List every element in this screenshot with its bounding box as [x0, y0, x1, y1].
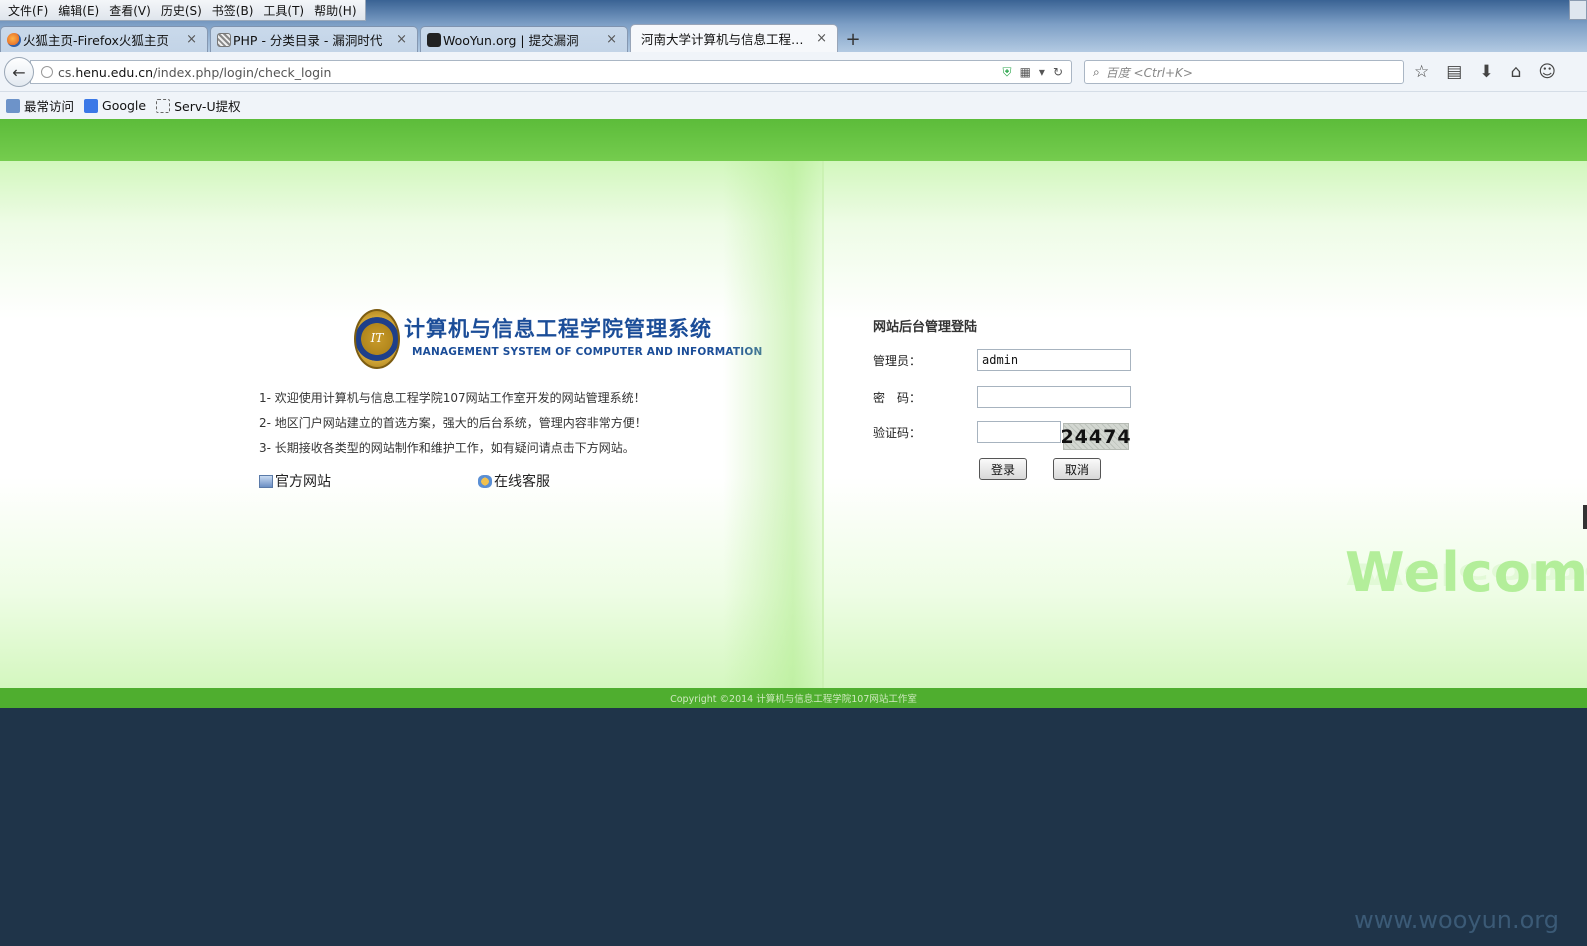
menu-file[interactable]: 文件(F) — [4, 2, 52, 19]
back-arrow-icon: ← — [12, 62, 26, 82]
password-input[interactable] — [977, 386, 1131, 408]
bookmark-most-visited[interactable]: 最常访问 — [6, 96, 74, 115]
intro-line: 2- 地区门户网站建立的首选方案，强大的后台系统，管理内容非常方便！ — [259, 416, 647, 430]
intro-line: 3- 长期接收各类型的网站制作和维护工作，如有疑问请点击下方网站。 — [259, 441, 635, 455]
login-content: IT 计算机与信息工程学院管理系统 MANAGEMENT SYSTEM OF C… — [0, 161, 1587, 688]
admin-username-input[interactable] — [977, 349, 1131, 371]
menu-history[interactable]: 历史(S) — [157, 2, 206, 19]
wooyun-icon — [427, 33, 441, 47]
captcha-input[interactable] — [977, 421, 1061, 443]
search-icon: ⌕ — [1093, 64, 1100, 79]
star-icon[interactable]: ☆ — [1414, 62, 1429, 82]
reading-list-icon[interactable]: ▤ — [1446, 62, 1462, 82]
page-footer: Copyright ©2014 计算机与信息工程学院107网站工作室 — [0, 688, 1587, 708]
intro-line: 1- 欢迎使用计算机与信息工程学院107网站工作室开发的网站管理系统！ — [259, 391, 646, 405]
tab-label: WooYun.org | 提交漏洞 — [443, 33, 579, 48]
login-title: 网站后台管理登陆 — [873, 320, 978, 335]
tab-php-directory[interactable]: PHP - 分类目录 - 漏洞时代 × — [210, 26, 418, 52]
qr-code-icon[interactable]: ▦ — [1020, 65, 1031, 80]
tab-wooyun[interactable]: WooYun.org | 提交漏洞 × — [420, 26, 628, 52]
tab-label: 火狐主页-Firefox火狐主页 — [23, 33, 169, 48]
close-icon[interactable]: × — [606, 32, 617, 47]
official-site-link[interactable]: 官方网站 — [259, 471, 331, 491]
menu-help[interactable]: 帮助(H) — [310, 2, 360, 19]
close-icon[interactable]: × — [396, 32, 407, 47]
admin-label: 管理员： — [873, 354, 922, 368]
firefox-icon — [7, 33, 21, 47]
intro-panel: IT 计算机与信息工程学院管理系统 MANAGEMENT SYSTEM OF C… — [0, 161, 823, 688]
menu-bookmarks[interactable]: 书签(B) — [208, 2, 258, 19]
tab-henu-active[interactable]: 河南大学计算机与信息工程学... × — [630, 24, 838, 52]
back-button[interactable]: ← — [4, 57, 34, 87]
toolbar-icons: ☆ ▤ ⬇ ⌂ ☺ — [1414, 62, 1556, 82]
page-icon — [156, 98, 171, 113]
most-visited-icon — [6, 98, 20, 113]
watermark-text: www.wooyun.org — [1354, 906, 1559, 934]
url-text: cs.henu.edu.cn/index.php/login/check_log… — [58, 64, 332, 80]
tab-strip: 火狐主页-Firefox火狐主页 × PHP - 分类目录 - 漏洞时代 × W… — [0, 24, 866, 52]
intro-text: 1- 欢迎使用计算机与信息工程学院107网站工作室开发的网站管理系统！ 2- 地… — [259, 391, 779, 466]
address-bar[interactable]: cs.henu.edu.cn/index.php/login/check_log… — [30, 60, 1072, 84]
menu-tools[interactable]: 工具(T) — [259, 2, 308, 19]
logo-title-cn: 计算机与信息工程学院管理系统 — [404, 316, 712, 341]
menu-bar: 文件(F) 编辑(E) 查看(V) 历史(S) 书签(B) 工具(T) 帮助(H… — [0, 0, 366, 21]
university-seal-icon: IT — [354, 309, 400, 369]
bookmark-google[interactable]: Google — [84, 98, 146, 113]
cancel-button[interactable]: 取消 — [1053, 458, 1101, 480]
menu-view[interactable]: 查看(V) — [105, 2, 155, 19]
bookmark-servu[interactable]: Serv-U提权 — [156, 96, 241, 115]
logo-title-en: MANAGEMENT SYSTEM OF COMPUTER AND INFORM… — [412, 346, 763, 358]
close-icon[interactable]: × — [186, 32, 197, 47]
login-form: 网站后台管理登陆 管理员： 密 码： 验证码： 24474 登录 取消 — [873, 316, 1173, 496]
home-icon[interactable]: ⌂ — [1511, 62, 1522, 82]
copyright-text: Copyright ©2014 计算机与信息工程学院107网站工作室 — [670, 694, 917, 705]
window-control-button[interactable] — [1569, 0, 1587, 20]
download-icon[interactable]: ⬇ — [1479, 62, 1493, 82]
quick-links: 官方网站 在线客服 — [259, 471, 819, 493]
search-placeholder: 百度 <Ctrl+K> — [1105, 65, 1193, 80]
service-icon — [478, 474, 492, 488]
scrollbar-edge[interactable] — [1583, 505, 1587, 529]
login-button[interactable]: 登录 — [979, 458, 1027, 480]
dropdown-icon[interactable]: ▾ — [1039, 65, 1045, 80]
tab-label: PHP - 分类目录 - 漏洞时代 — [233, 33, 383, 48]
panel-divider — [822, 161, 824, 688]
captcha-image[interactable]: 24474 — [1060, 423, 1131, 450]
tab-label: 河南大学计算机与信息工程学... — [641, 32, 811, 47]
menu-edit[interactable]: 编辑(E) — [54, 2, 103, 19]
exploit-site-icon — [217, 33, 231, 47]
website-icon — [259, 474, 273, 488]
shield-icon[interactable]: ⛨ — [1003, 65, 1012, 80]
navigation-bar: cs.henu.edu.cn/index.php/login/check_log… — [0, 52, 1587, 92]
reload-icon[interactable]: ↻ — [1053, 65, 1063, 80]
bookmarks-bar: 最常访问 Google Serv-U提权 — [0, 92, 1587, 119]
web-page: IT 计算机与信息工程学院管理系统 MANAGEMENT SYSTEM OF C… — [0, 119, 1587, 714]
globe-icon — [41, 66, 53, 78]
google-icon — [84, 98, 99, 113]
search-input[interactable]: ⌕ 百度 <Ctrl+K> — [1084, 60, 1404, 84]
tab-firefox-home[interactable]: 火狐主页-Firefox火狐主页 × — [0, 26, 208, 52]
online-service-link[interactable]: 在线客服 — [478, 471, 550, 491]
captcha-label: 验证码： — [873, 426, 922, 440]
address-bar-icons: ⛨ ▦ ▾ ↻ — [1003, 65, 1071, 80]
chat-icon[interactable]: ☺ — [1538, 62, 1556, 82]
close-icon[interactable]: × — [816, 31, 827, 46]
new-tab-button[interactable]: + — [840, 26, 866, 52]
system-logo: IT 计算机与信息工程学院管理系统 MANAGEMENT SYSTEM OF C… — [354, 309, 762, 371]
header-band — [0, 119, 1587, 161]
welcome-text: Welcome — [1345, 541, 1587, 604]
password-label: 密 码： — [873, 391, 922, 405]
